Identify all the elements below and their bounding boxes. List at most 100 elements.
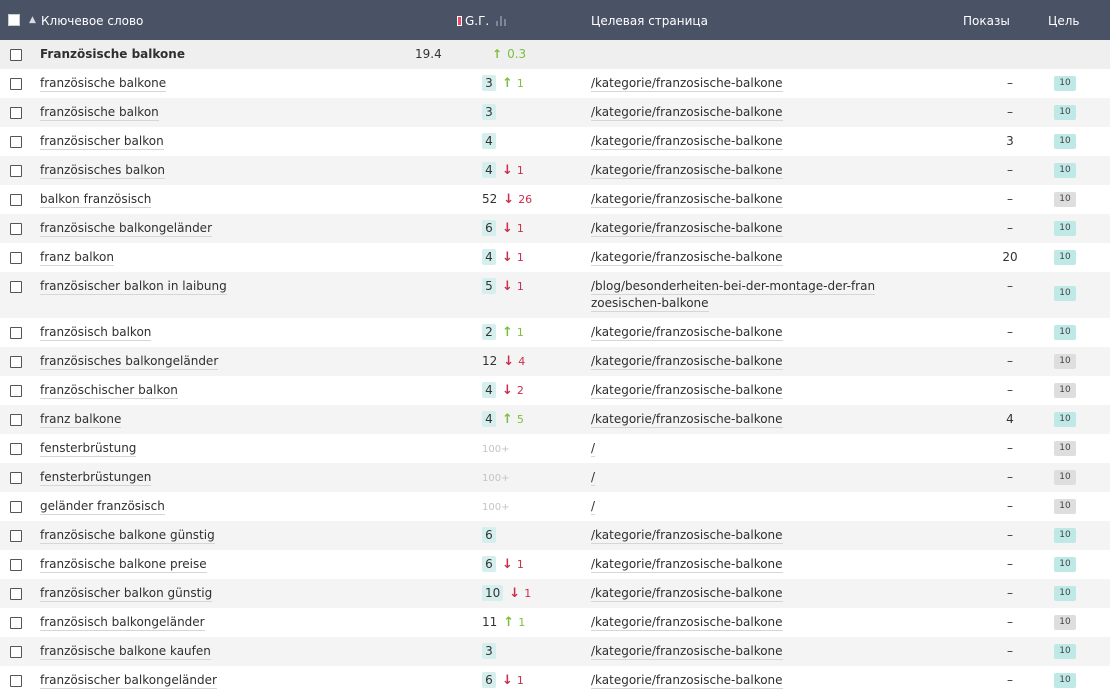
keyword-link[interactable]: französisches balkon <box>40 163 166 179</box>
row-checkbox[interactable] <box>10 78 22 90</box>
target-page-link[interactable]: /kategorie/franzosische-balkone <box>591 221 783 237</box>
target-page-link[interactable]: /kategorie/franzosische-balkone <box>591 586 783 602</box>
keyword-link[interactable]: französisch balkongeländer <box>40 615 205 631</box>
target-page-link[interactable]: / <box>591 470 596 486</box>
target-page-link[interactable]: / <box>591 441 596 457</box>
target-page-link[interactable]: /kategorie/franzosische-balkone <box>591 325 783 341</box>
row-checkbox[interactable] <box>10 252 22 264</box>
keyword-link[interactable]: französischer balkon günstig <box>40 586 213 602</box>
row-checkbox[interactable] <box>10 194 22 206</box>
target-page-link[interactable]: /kategorie/franzosische-balkone <box>591 76 783 92</box>
goal-badge[interactable]: 10 <box>1054 383 1076 398</box>
row-checkbox[interactable] <box>10 107 22 119</box>
goal-badge[interactable]: 10 <box>1054 134 1076 149</box>
row-checkbox[interactable] <box>10 223 22 235</box>
goal-badge[interactable]: 10 <box>1054 325 1076 340</box>
goal-badge[interactable]: 10 <box>1054 286 1076 301</box>
target-page-link[interactable]: /kategorie/franzosische-balkone <box>591 105 783 121</box>
row-checkbox[interactable] <box>10 356 22 368</box>
keyword-link[interactable]: balkon französisch <box>40 192 152 208</box>
target-page-link[interactable]: /kategorie/franzosische-balkone <box>591 644 783 660</box>
goal-badge[interactable]: 10 <box>1054 470 1076 485</box>
row-checkbox[interactable] <box>10 501 22 513</box>
keyword-link[interactable]: französische balkone kaufen <box>40 644 211 660</box>
goal-badge[interactable]: 10 <box>1054 354 1076 369</box>
row-checkbox[interactable] <box>10 136 22 148</box>
goal-badge[interactable]: 10 <box>1054 441 1076 456</box>
goal-badge[interactable]: 10 <box>1054 76 1076 91</box>
keyword-link[interactable]: fensterbrüstung <box>40 441 137 457</box>
keyword-link[interactable]: französchischer balkon <box>40 383 178 399</box>
row-checkbox[interactable] <box>10 588 22 600</box>
column-header-shows[interactable]: Показы <box>963 0 1010 40</box>
row-checkbox[interactable] <box>10 646 22 658</box>
row-checkbox[interactable] <box>10 414 22 426</box>
target-page-link[interactable]: /kategorie/franzosische-balkone <box>591 354 783 370</box>
keyword-link[interactable]: französischer balkon <box>40 134 164 150</box>
target-page-link[interactable]: /kategorie/franzosische-balkone <box>591 383 783 399</box>
row-checkbox[interactable] <box>10 281 22 293</box>
keyword-link[interactable]: französisches balkongeländer <box>40 354 219 370</box>
target-page-link[interactable]: / <box>591 499 596 515</box>
arrow-up-icon: ↑ <box>492 47 503 61</box>
target-page-link[interactable]: /kategorie/franzosische-balkone <box>591 528 783 544</box>
goal-badge[interactable]: 10 <box>1054 615 1076 630</box>
goal-badge[interactable]: 10 <box>1054 250 1076 265</box>
row-checkbox[interactable] <box>10 165 22 177</box>
goal-badge[interactable]: 10 <box>1054 412 1076 427</box>
keyword-link[interactable]: franz balkon <box>40 250 115 266</box>
arrow-down-icon: ↓ <box>503 354 515 369</box>
row-checkbox[interactable] <box>10 675 22 687</box>
position-change: ↑ 1 <box>502 325 524 340</box>
goal-badge[interactable]: 10 <box>1054 673 1076 688</box>
keyword-link[interactable]: französischer balkongeländer <box>40 673 217 689</box>
row-checkbox[interactable] <box>10 385 22 397</box>
keyword-link[interactable]: franz balkone <box>40 412 122 428</box>
row-checkbox[interactable] <box>10 443 22 455</box>
target-page-link[interactable]: /kategorie/franzosische-balkone <box>591 163 783 179</box>
select-all-checkbox[interactable] <box>8 14 20 26</box>
group-checkbox[interactable] <box>10 49 22 61</box>
column-header-gt[interactable]: G.Г. <box>457 0 508 40</box>
bar-chart-icon[interactable] <box>496 15 508 26</box>
keyword-link[interactable]: französische balkongeländer <box>40 221 212 237</box>
change-value: 2 <box>516 384 524 397</box>
goal-badge[interactable]: 10 <box>1054 499 1076 514</box>
target-page-link[interactable]: /blog/besonderheiten-bei-der-montage-der… <box>591 279 876 295</box>
goal-badge[interactable]: 10 <box>1054 557 1076 572</box>
column-header-keyword[interactable]: Ключевое слово <box>41 0 143 40</box>
row-checkbox[interactable] <box>10 327 22 339</box>
row-checkbox[interactable] <box>10 472 22 484</box>
goal-badge[interactable]: 10 <box>1054 221 1076 236</box>
column-header-target-page[interactable]: Целевая страница <box>591 0 708 40</box>
keyword-link[interactable]: französische balkone preise <box>40 557 207 573</box>
row-checkbox[interactable] <box>10 530 22 542</box>
goal-badge[interactable]: 10 <box>1054 528 1076 543</box>
goal-badge[interactable]: 10 <box>1054 192 1076 207</box>
goal-badge[interactable]: 10 <box>1054 586 1076 601</box>
keyword-link[interactable]: geländer französisch <box>40 499 165 515</box>
position-change: ↓ 1 <box>502 279 524 294</box>
keyword-link[interactable]: französischer balkon in laibung <box>40 279 227 295</box>
keyword-link[interactable]: französisch balkon <box>40 325 152 341</box>
goal-badge[interactable]: 10 <box>1054 644 1076 659</box>
target-page-link[interactable]: /kategorie/franzosische-balkone <box>591 557 783 573</box>
target-page-link[interactable]: /kategorie/franzosische-balkone <box>591 412 783 428</box>
arrow-down-icon: ↓ <box>502 557 513 572</box>
goal-badge[interactable]: 10 <box>1054 163 1076 178</box>
row-checkbox[interactable] <box>10 559 22 571</box>
keyword-link[interactable]: französische balkon <box>40 105 159 121</box>
target-page-link[interactable]: /kategorie/franzosische-balkone <box>591 250 783 266</box>
target-page-link[interactable]: /kategorie/franzosische-balkone <box>591 192 783 208</box>
keyword-link[interactable]: französische balkone günstig <box>40 528 215 544</box>
keyword-link[interactable]: fensterbrüstungen <box>40 470 152 486</box>
keyword-link[interactable]: französische balkone <box>40 76 167 92</box>
sort-asc-icon[interactable]: ▲ <box>29 0 36 40</box>
column-header-goal[interactable]: Цель <box>1048 0 1079 40</box>
target-page-link-continued[interactable]: zoesischen-balkone <box>591 296 709 312</box>
target-page-link[interactable]: /kategorie/franzosische-balkone <box>591 134 783 150</box>
row-checkbox[interactable] <box>10 617 22 629</box>
target-page-link[interactable]: /kategorie/franzosische-balkone <box>591 673 783 689</box>
goal-badge[interactable]: 10 <box>1054 105 1076 120</box>
target-page-link[interactable]: /kategorie/franzosische-balkone <box>591 615 783 631</box>
